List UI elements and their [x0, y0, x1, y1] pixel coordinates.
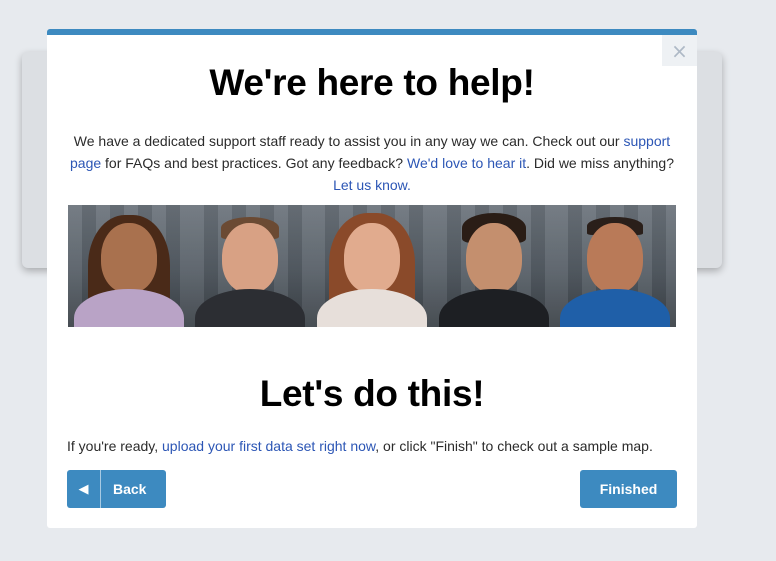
back-button[interactable]: ◀ Back	[67, 470, 166, 508]
ready-paragraph: If you're ready, upload your first data …	[67, 438, 653, 454]
caret-left-icon: ◀	[67, 470, 101, 508]
team-photo	[432, 205, 555, 327]
team-photo	[68, 205, 190, 327]
finished-button-label: Finished	[599, 481, 658, 497]
feedback-link[interactable]: We'd love to hear it	[407, 155, 526, 171]
section-heading: Let's do this!	[259, 373, 485, 414]
back-button-label: Back	[113, 481, 147, 497]
close-icon: ×	[671, 38, 688, 63]
support-paragraph: We have a dedicated support staff ready …	[70, 133, 674, 193]
let-us-know-link[interactable]: Let us know.	[333, 177, 411, 193]
team-photo	[554, 205, 676, 327]
team-photo	[189, 205, 312, 327]
finished-button[interactable]: Finished	[580, 470, 677, 508]
team-photo-strip	[68, 205, 676, 327]
modal-title: We're here to help!	[209, 62, 535, 103]
onboarding-modal: × We're here to help! We have a dedicate…	[47, 29, 697, 528]
upload-data-link[interactable]: upload your first data set right now	[162, 438, 375, 454]
team-photo	[311, 205, 433, 327]
